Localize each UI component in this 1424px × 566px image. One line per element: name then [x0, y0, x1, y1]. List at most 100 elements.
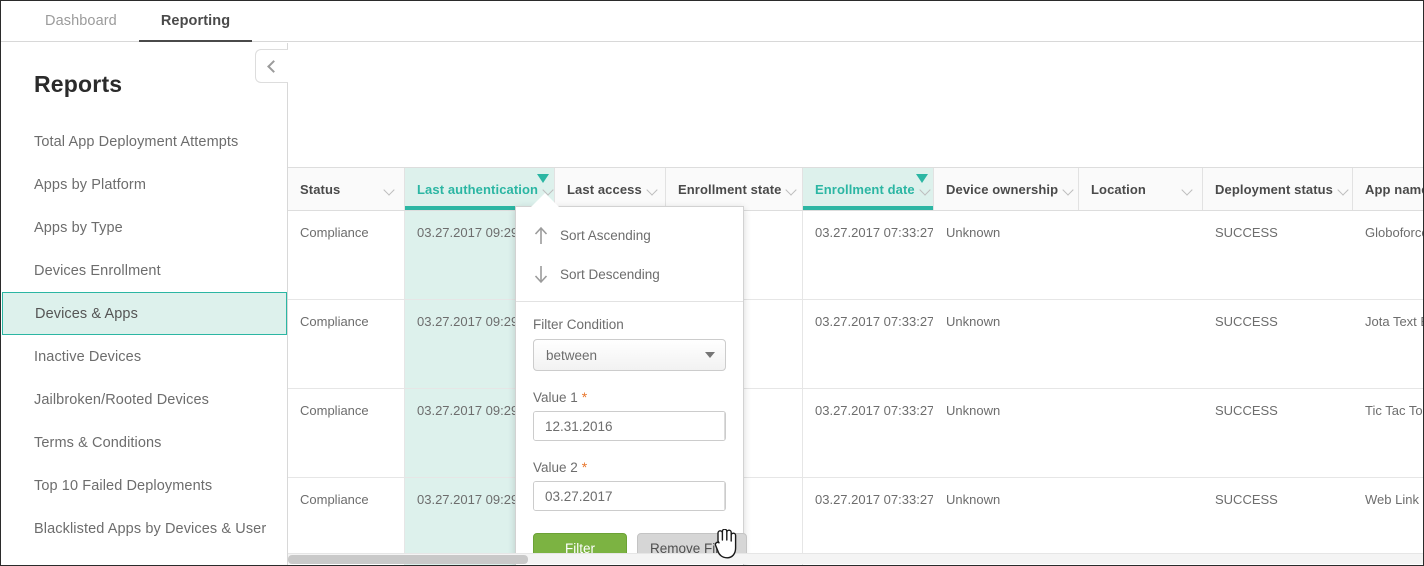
- cell-status: Compliance: [288, 389, 405, 477]
- column-header-label: Device ownership: [946, 182, 1058, 197]
- sidebar-item-total-app-deployment-attempts[interactable]: Total App Deployment Attempts: [2, 120, 287, 163]
- column-header-label: App name: [1365, 182, 1424, 197]
- column-header-last-access[interactable]: Last access: [555, 168, 666, 210]
- sidebar-item-top-10-failed-deployments[interactable]: Top 10 Failed Deployments: [2, 464, 287, 507]
- column-header-label: Enrollment state: [678, 182, 781, 197]
- sidebar-item-label: Jailbroken/Rooted Devices: [34, 392, 209, 408]
- chevron-down-icon[interactable]: [921, 186, 932, 193]
- column-header-location[interactable]: Location: [1079, 168, 1203, 210]
- value2-label: Value 2 *: [516, 441, 743, 481]
- column-header-label: Deployment status: [1215, 182, 1333, 197]
- column-header-label: Enrollment date: [815, 182, 915, 197]
- required-marker: *: [582, 459, 587, 475]
- report-grid-area: Status Last authentication Last access E…: [288, 43, 1424, 566]
- cell-location: [1079, 389, 1203, 477]
- value1-input[interactable]: [534, 412, 724, 440]
- grid-top-spacer: [288, 43, 1424, 167]
- value1-calendar-button[interactable]: [724, 412, 726, 440]
- sort-ascending-item[interactable]: Sort Ascending: [516, 216, 743, 255]
- sidebar-collapse-button[interactable]: [255, 49, 288, 83]
- top-tab-bar: Dashboard Reporting: [1, 1, 1423, 42]
- cell-enrollment-date: 03.27.2017 07:33:27: [803, 300, 934, 388]
- application-window: Dashboard Reporting Reports Total App De…: [0, 0, 1424, 566]
- cell-enrollment-date: 03.27.2017 07:33:27: [803, 211, 934, 299]
- cell-location: [1079, 300, 1203, 388]
- column-header-device-ownership[interactable]: Device ownership: [934, 168, 1079, 210]
- sidebar-item-jailbroken-rooted-devices[interactable]: Jailbroken/Rooted Devices: [2, 378, 287, 421]
- horizontal-scrollbar-thumb[interactable]: [288, 555, 528, 564]
- reports-sidebar: Reports Total App Deployment Attempts Ap…: [2, 43, 288, 566]
- cell-deployment-status: SUCCESS: [1203, 389, 1353, 477]
- value2-label-text: Value 2: [533, 460, 578, 475]
- cell-enrollment-date: 03.27.2017 07:33:27: [803, 389, 934, 477]
- column-header-app-name[interactable]: App name: [1353, 168, 1424, 210]
- popup-pointer-arrow: [531, 193, 559, 207]
- cell-device-ownership: Unknown: [934, 211, 1079, 299]
- sidebar-item-label: Apps by Type: [34, 220, 123, 236]
- value1-date-field[interactable]: [533, 411, 726, 441]
- chevron-down-icon[interactable]: [1183, 186, 1194, 193]
- grid-header-row: Status Last authentication Last access E…: [288, 167, 1424, 211]
- filter-condition-value: between: [546, 348, 705, 363]
- sidebar-item-label: Top 10 Failed Deployments: [34, 478, 212, 494]
- sidebar-item-apps-by-platform[interactable]: Apps by Platform: [2, 163, 287, 206]
- sort-descending-label: Sort Descending: [560, 267, 660, 282]
- sidebar-item-inactive-devices[interactable]: Inactive Devices: [2, 335, 287, 378]
- column-header-label: Last authentication: [417, 182, 538, 197]
- cell-app-name: Globoforce_S/: [1353, 211, 1424, 299]
- sidebar-item-apps-by-type[interactable]: Apps by Type: [2, 206, 287, 249]
- tab-reporting-label: Reporting: [161, 13, 230, 29]
- chevron-down-icon[interactable]: [1064, 186, 1075, 193]
- cell-deployment-status: SUCCESS: [1203, 300, 1353, 388]
- calendar-icon: [725, 489, 726, 504]
- column-header-label: Last access: [567, 182, 642, 197]
- sidebar-item-terms-and-conditions[interactable]: Terms & Conditions: [2, 421, 287, 464]
- horizontal-scrollbar[interactable]: [288, 553, 1424, 564]
- page-title: Reports: [2, 43, 287, 98]
- sidebar-item-blacklisted-apps-by-devices-and-user[interactable]: Blacklisted Apps by Devices & User: [2, 507, 287, 550]
- column-header-status[interactable]: Status: [288, 168, 405, 210]
- value2-input[interactable]: [534, 482, 724, 510]
- tab-dashboard[interactable]: Dashboard: [23, 1, 139, 41]
- sidebar-item-devices-enrollment[interactable]: Devices Enrollment: [2, 249, 287, 292]
- grid-body: Compliance 03.27.2017 09:29:0 03.27.2017…: [288, 211, 1424, 566]
- chevron-down-icon[interactable]: [648, 186, 659, 193]
- chevron-down-icon[interactable]: [787, 186, 798, 193]
- table-row[interactable]: Compliance 03.27.2017 09:29:0 03.27.2017…: [288, 300, 1424, 389]
- sidebar-item-label: Terms & Conditions: [34, 435, 162, 451]
- table-row[interactable]: Compliance 03.27.2017 09:29:0 03.27.2017…: [288, 389, 1424, 478]
- chevron-down-icon[interactable]: [385, 186, 396, 193]
- column-header-enrollment-state[interactable]: Enrollment state: [666, 168, 803, 210]
- value1-label-text: Value 1: [533, 390, 578, 405]
- column-header-label: Location: [1091, 182, 1177, 197]
- popup-top-spacer: [516, 207, 743, 216]
- value1-label: Value 1 *: [516, 371, 743, 411]
- sidebar-item-label: Total App Deployment Attempts: [34, 134, 238, 150]
- cell-status: Compliance: [288, 300, 405, 388]
- calendar-icon: [725, 419, 726, 434]
- chevron-down-icon[interactable]: [1339, 186, 1350, 193]
- sidebar-item-devices-and-apps[interactable]: Devices & Apps: [2, 292, 287, 335]
- sidebar-item-label: Devices & Apps: [35, 306, 138, 322]
- table-row[interactable]: Compliance 03.27.2017 09:29:0 03.27.2017…: [288, 211, 1424, 300]
- column-header-deployment-status[interactable]: Deployment status: [1203, 168, 1353, 210]
- value2-calendar-button[interactable]: [724, 482, 726, 510]
- chevron-down-icon[interactable]: [544, 186, 555, 193]
- cell-location: [1079, 211, 1203, 299]
- cell-device-ownership: Unknown: [934, 300, 1079, 388]
- cell-status: Compliance: [288, 211, 405, 299]
- filter-active-icon: [537, 174, 549, 183]
- value2-date-field[interactable]: [533, 481, 726, 511]
- required-marker: *: [582, 389, 587, 405]
- sort-ascending-label: Sort Ascending: [560, 228, 651, 243]
- tab-reporting[interactable]: Reporting: [139, 1, 252, 41]
- sidebar-item-label: Blacklisted Apps by Devices & User: [34, 521, 266, 537]
- arrow-down-icon: [533, 265, 549, 284]
- cell-device-ownership: Unknown: [934, 389, 1079, 477]
- chevron-left-icon: [267, 60, 280, 73]
- column-header-enrollment-date[interactable]: Enrollment date: [803, 168, 934, 210]
- sort-descending-item[interactable]: Sort Descending: [516, 255, 743, 294]
- reports-nav-list: Total App Deployment Attempts Apps by Pl…: [2, 120, 287, 550]
- cell-deployment-status: SUCCESS: [1203, 211, 1353, 299]
- filter-condition-select[interactable]: between: [533, 339, 726, 371]
